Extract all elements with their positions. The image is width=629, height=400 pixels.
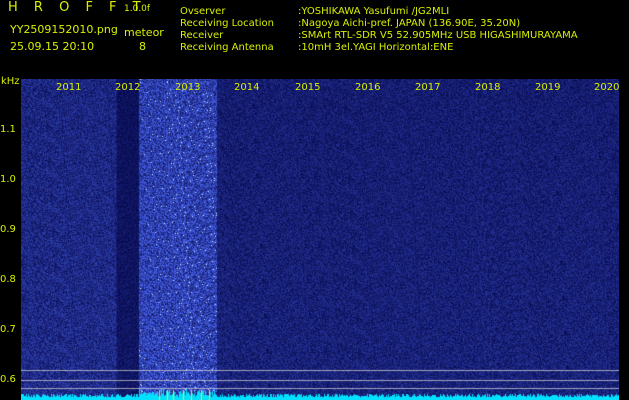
x-tick-label: 2014: [234, 82, 260, 93]
info-label-location: Receiving Location: [180, 18, 274, 29]
x-tick-label: 2013: [175, 82, 201, 93]
timestamp-label: 25.09.15 20:10: [10, 40, 95, 53]
x-tick-label: 2012: [115, 82, 141, 93]
y-tick-label: 0.8: [0, 274, 16, 285]
x-tick-label: 2018: [475, 82, 501, 93]
x-tick-label: 2020: [594, 82, 620, 93]
spectrogram-canvas: [21, 79, 619, 400]
x-tick-label: 2011: [56, 82, 82, 93]
header-panel: H R O F F T 1.0.0f YY2509152010.png mete…: [0, 0, 629, 76]
y-tick-label: 1.1: [0, 124, 16, 135]
x-tick-label: 2017: [415, 82, 441, 93]
info-value-observer: :YOSHIKAWA Yasufumi /JG2MLI: [298, 6, 450, 17]
info-label-observer: Ovserver: [180, 6, 226, 17]
meteor-count: 8: [139, 40, 146, 53]
info-value-receiver: :SMArt RTL-SDR V5 52.905MHz USB HIGASHIM…: [298, 30, 578, 41]
x-tick-label: 2019: [535, 82, 561, 93]
y-tick-label: 0.9: [0, 224, 16, 235]
filename-label: YY2509152010.png: [10, 23, 118, 36]
info-value-antenna: :10mH 3el.YAGI Horizontal:ENE: [298, 42, 454, 53]
y-axis-unit: kHz: [1, 76, 20, 87]
y-tick-label: 1.0: [0, 174, 16, 185]
info-value-location: :Nagoya Aichi-pref. JAPAN (136.90E, 35.2…: [298, 18, 521, 29]
x-tick-label: 2016: [355, 82, 381, 93]
info-label-receiver: Receiver: [180, 30, 224, 41]
y-tick-label: 0.6: [0, 374, 16, 385]
info-label-antenna: Receiving Antenna: [180, 42, 274, 53]
y-tick-label: 0.7: [0, 324, 16, 335]
version-label: 1.0.0f: [124, 4, 151, 14]
meteor-label: meteor: [124, 26, 164, 39]
x-tick-label: 2015: [295, 82, 321, 93]
